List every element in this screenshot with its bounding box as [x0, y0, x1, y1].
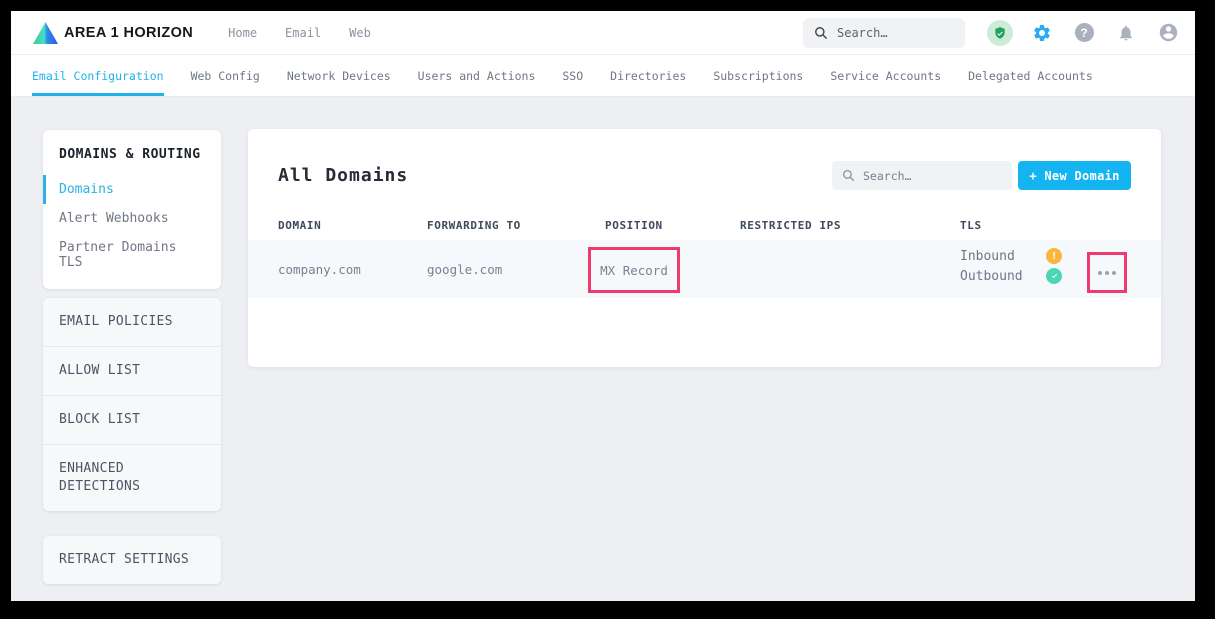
section-retract-settings[interactable]: RETRACT SETTINGS: [43, 536, 221, 584]
help-icon: ?: [1075, 23, 1094, 42]
domains-routing-card: DOMAINS & ROUTING Domains Alert Webhooks…: [43, 130, 221, 289]
tab-service-accounts[interactable]: Service Accounts: [830, 55, 941, 96]
tab-web-config[interactable]: Web Config: [191, 55, 260, 96]
annotation-box-actions: [1087, 252, 1127, 293]
primary-nav: Home Email Web: [228, 26, 371, 40]
domains-search-input[interactable]: [863, 169, 993, 183]
brand-name: AREA 1 HORIZON: [64, 25, 193, 41]
tab-users-and-actions[interactable]: Users and Actions: [418, 55, 536, 96]
col-position: POSITION: [605, 219, 663, 232]
nav-web[interactable]: Web: [349, 26, 371, 40]
sidebar-item-domains[interactable]: Domains: [43, 175, 221, 204]
help-button[interactable]: ?: [1071, 20, 1097, 46]
section-email-policies[interactable]: EMAIL POLICIES: [43, 298, 221, 347]
tab-subscriptions[interactable]: Subscriptions: [713, 55, 803, 96]
topbar-actions: ?: [803, 18, 1181, 48]
policy-sections-card: EMAIL POLICIES ALLOW LIST BLOCK LIST ENH…: [43, 298, 221, 511]
tab-directories[interactable]: Directories: [610, 55, 686, 96]
page-title: All Domains: [278, 165, 408, 186]
global-search: [803, 18, 965, 48]
bell-icon: [1117, 24, 1135, 42]
tls-cell: Inbound ! Outbound: [960, 248, 1062, 284]
sidebar-section-title: DOMAINS & ROUTING: [43, 147, 221, 175]
position-cell: MX Record: [600, 263, 668, 278]
col-domain: DOMAIN: [278, 219, 321, 232]
settings-button[interactable]: [1029, 20, 1055, 46]
section-allow-list[interactable]: ALLOW LIST: [43, 347, 221, 396]
row-actions-button[interactable]: [1094, 267, 1120, 279]
nav-home[interactable]: Home: [228, 26, 257, 40]
col-restricted-ips: RESTRICTED IPS: [740, 219, 841, 232]
gear-icon: [1032, 23, 1052, 43]
top-bar: AREA 1 HORIZON Home Email Web: [11, 11, 1195, 55]
section-block-list[interactable]: BLOCK LIST: [43, 396, 221, 445]
tab-email-configuration[interactable]: Email Configuration: [32, 55, 164, 96]
security-status-button[interactable]: [987, 20, 1013, 46]
section-enhanced-detections[interactable]: ENHANCED DETECTIONS: [43, 445, 221, 511]
table-row: company.com google.com MX Record Inbound…: [248, 240, 1161, 298]
tab-sso[interactable]: SSO: [562, 55, 583, 96]
sidebar-item-partner-domains-tls[interactable]: Partner Domains TLS: [43, 233, 221, 277]
tab-network-devices[interactable]: Network Devices: [287, 55, 391, 96]
app-window: AREA 1 HORIZON Home Email Web: [11, 11, 1195, 601]
triangle-logo-icon: [33, 22, 58, 44]
col-tls: TLS: [960, 219, 982, 232]
account-button[interactable]: [1155, 20, 1181, 46]
nav-email[interactable]: Email: [285, 26, 321, 40]
check-icon: [1046, 268, 1062, 284]
annotation-box-position: MX Record: [588, 247, 680, 293]
tab-delegated-accounts[interactable]: Delegated Accounts: [968, 55, 1093, 96]
user-icon: [1158, 22, 1179, 43]
tls-inbound-label: Inbound: [960, 249, 1046, 264]
notifications-button[interactable]: [1113, 20, 1139, 46]
warning-icon: !: [1046, 248, 1062, 264]
col-forwarding-to: FORWARDING TO: [427, 219, 521, 232]
brand-logo: AREA 1 HORIZON: [33, 22, 193, 44]
retract-settings-card: RETRACT SETTINGS: [43, 536, 221, 584]
forwarding-to-cell: google.com: [427, 240, 502, 298]
domains-search: [832, 161, 1012, 190]
all-domains-panel: All Domains + New Domain DOMAIN FORWARDI…: [248, 129, 1161, 367]
shield-check-icon: [987, 20, 1013, 46]
search-icon: [814, 26, 828, 40]
new-domain-button[interactable]: + New Domain: [1018, 161, 1131, 190]
search-icon: [842, 169, 855, 182]
ellipsis-icon: [1098, 271, 1102, 275]
config-tabs: Email Configuration Web Config Network D…: [11, 55, 1195, 97]
sidebar-item-alert-webhooks[interactable]: Alert Webhooks: [43, 204, 221, 233]
global-search-input[interactable]: [837, 26, 947, 40]
tls-outbound-label: Outbound: [960, 269, 1046, 284]
domain-cell: company.com: [278, 240, 361, 298]
